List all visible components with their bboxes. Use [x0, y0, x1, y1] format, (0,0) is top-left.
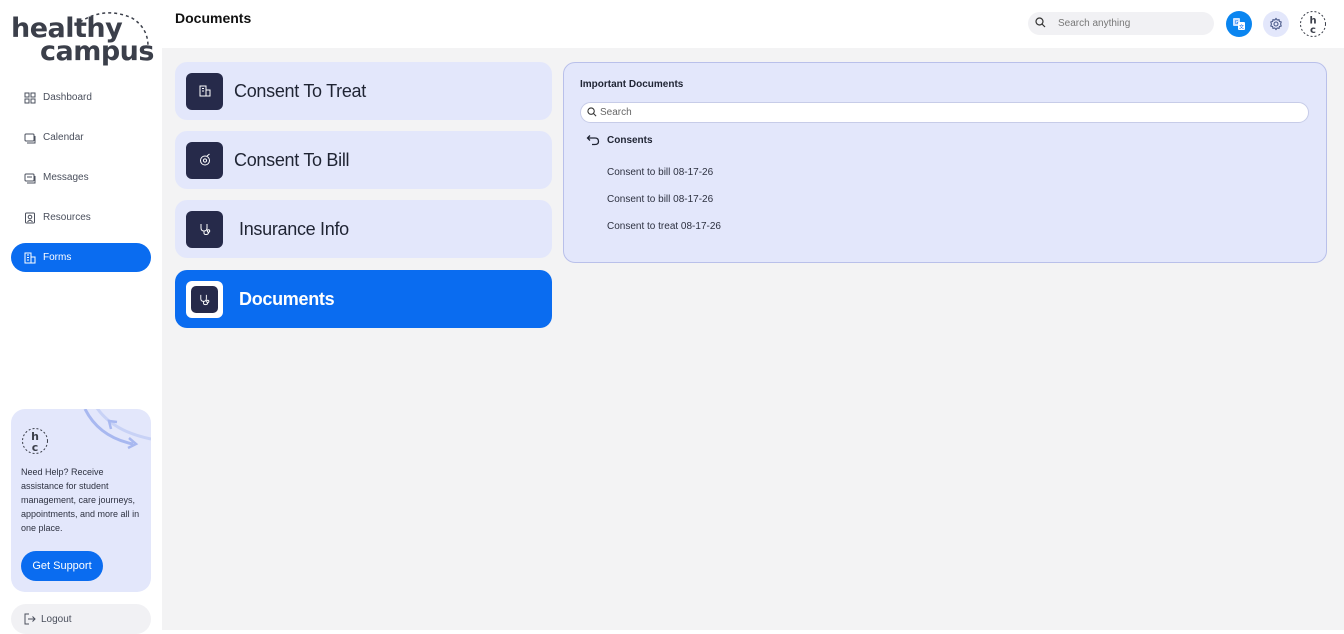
calendar-icon — [24, 132, 36, 144]
back-arrow-icon — [586, 134, 600, 146]
sidebar-item-label: Resources — [43, 212, 91, 223]
resources-icon — [24, 212, 36, 224]
docs-search[interactable] — [580, 102, 1309, 123]
get-support-button[interactable]: Get Support — [21, 551, 103, 581]
help-text: Need Help? Receive assistance for studen… — [21, 467, 140, 533]
chat-icon — [24, 172, 36, 184]
global-search-input[interactable] — [1058, 18, 1198, 29]
document-item[interactable]: Consent to bill 08-17-26 — [607, 194, 721, 221]
grid-icon — [24, 92, 36, 104]
logo-line-2: campus — [40, 36, 154, 67]
svg-text:c: c — [1310, 25, 1316, 36]
form-card-label: Consent To Bill — [234, 149, 350, 170]
global-search[interactable] — [1028, 12, 1214, 35]
settings-button[interactable] — [1263, 11, 1289, 37]
logout-label: Logout — [41, 613, 72, 625]
sidebar-item-label: Dashboard — [43, 92, 92, 103]
form-tile — [186, 280, 223, 318]
form-card-label: Consent To Treat — [234, 80, 366, 101]
avatar[interactable]: h c — [1299, 10, 1327, 43]
sidebar: healthy campus Dashboard Calendar Messag… — [0, 0, 162, 634]
form-tile — [186, 210, 223, 248]
form-card-insurance-info[interactable]: Insurance Info — [175, 200, 552, 258]
document-item[interactable]: Consent to bill 08-17-26 — [607, 167, 721, 194]
sidebar-item-label: Forms — [43, 252, 72, 263]
sidebar-item-label: Calendar — [43, 132, 84, 143]
form-tile-inner — [191, 285, 218, 313]
page-title: Documents — [175, 10, 252, 26]
stethoscope-icon — [200, 294, 210, 305]
search-icon — [1035, 15, 1046, 33]
document-item[interactable]: Consent to treat 08-17-26 — [607, 221, 721, 248]
folder-back-consents[interactable]: Consents — [586, 134, 653, 146]
billing-icon — [199, 153, 210, 166]
sidebar-item-dashboard[interactable]: Dashboard — [11, 83, 151, 112]
sidebar-nav: Dashboard Calendar Messages Resources Fo… — [11, 83, 151, 283]
translate-icon: G 文 — [1233, 18, 1245, 31]
hc-monogram-icon: h c — [22, 428, 48, 454]
svg-text:c: c — [32, 441, 39, 454]
form-tile — [186, 141, 223, 179]
folder-label: Consents — [607, 134, 653, 146]
sidebar-item-resources[interactable]: Resources — [11, 203, 151, 232]
important-documents-panel: Important Documents Consents Consent to … — [563, 62, 1327, 263]
docs-search-input[interactable] — [600, 107, 1280, 118]
logout-icon — [24, 613, 36, 625]
form-card-label: Documents — [239, 288, 335, 309]
main-content: Consent To Treat Consent To Bill Insuran… — [162, 48, 1344, 630]
hc-avatar-icon: h c — [1300, 11, 1326, 37]
forms-icon — [24, 252, 36, 264]
gear-icon — [1270, 17, 1282, 31]
search-icon — [587, 104, 597, 122]
svg-text:G: G — [1235, 20, 1239, 26]
docs-panel-title: Important Documents — [580, 79, 684, 90]
sidebar-item-label: Messages — [43, 172, 89, 183]
help-card: h c Need Help? Receive assistance for st… — [11, 409, 151, 592]
form-card-documents[interactable]: Documents — [175, 270, 552, 328]
decorative-arrows-icon — [83, 409, 151, 450]
form-card-label: Insurance Info — [239, 218, 349, 239]
form-tile — [186, 72, 223, 110]
sidebar-item-forms[interactable]: Forms — [11, 243, 151, 272]
form-card-consent-to-bill[interactable]: Consent To Bill — [175, 131, 552, 189]
healthy-campus-logo[interactable]: healthy campus — [10, 10, 155, 70]
building-icon — [199, 85, 210, 97]
document-list: Consent to bill 08-17-26 Consent to bill… — [607, 167, 721, 248]
svg-text:文: 文 — [1239, 24, 1244, 31]
sidebar-item-calendar[interactable]: Calendar — [11, 123, 151, 152]
translate-button[interactable]: G 文 — [1226, 11, 1252, 37]
form-card-consent-to-treat[interactable]: Consent To Treat — [175, 62, 552, 120]
sidebar-item-messages[interactable]: Messages — [11, 163, 151, 192]
stethoscope-icon — [200, 224, 210, 236]
